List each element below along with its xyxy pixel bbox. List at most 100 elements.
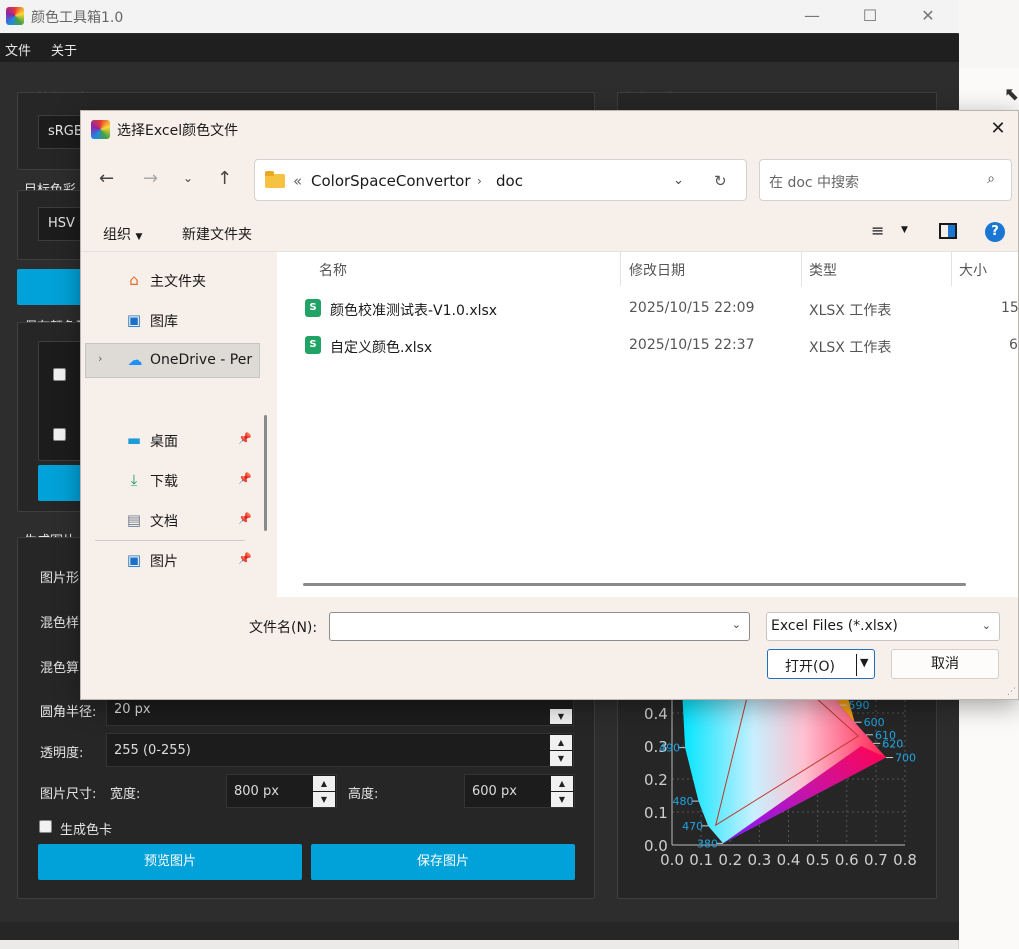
refresh-icon[interactable]: ↻ [714,172,727,190]
column-divider[interactable] [620,252,621,286]
wavelength-label: 470 [682,820,703,833]
file-row[interactable]: S 颜色校准测试表-V1.0.xlsx 2025/10/15 22:09 XLS… [277,290,1018,326]
organize-menu[interactable]: 组织 ▼ [103,224,142,244]
x-tick-label: 0.3 [747,851,771,869]
file-type-filter[interactable]: Excel Files (*.xlsx) ⌄ [766,612,1000,641]
pictures-icon: ▣ [126,551,142,569]
column-name[interactable]: 名称 [319,260,347,280]
address-dropdown-icon[interactable]: ⌄ [673,173,684,188]
opacity-spinbox[interactable]: 255 (0-255) ▲ ▼ [106,733,574,767]
view-options-icon[interactable]: ≡ [871,221,884,240]
menu-file[interactable]: 文件 [5,40,31,59]
nav-downloads-label: 下载 [150,474,178,490]
radius-down-icon[interactable]: ▼ [550,709,572,724]
resize-grip-icon[interactable]: ⋰ [1007,687,1016,697]
horizontal-scrollbar[interactable] [303,583,966,586]
filename-dropdown-icon[interactable]: ⌄ [732,618,741,631]
nav-onedrive[interactable]: › ☁ OneDrive - Per [85,343,260,378]
cancel-button[interactable]: 取消 [891,649,999,679]
dialog-app-icon [91,120,110,139]
save-image-button[interactable]: 保存图片 [311,844,575,880]
organize-dropdown-icon: ▼ [135,232,143,242]
radius-label: 圆角半径: [40,705,97,720]
opacity-up-icon[interactable]: ▲ [550,735,572,750]
nav-scrollbar[interactable] [264,415,267,531]
file-type: XLSX 工作表 [809,303,892,319]
nav-pictures-label: 图片 [150,554,178,570]
width-spinbox[interactable]: 800 px ▲ ▼ [226,774,337,808]
color-card-checkbox[interactable] [39,820,52,833]
open-dropdown-icon[interactable]: ▼ [860,656,868,669]
pin-icon[interactable]: 📌 [238,432,252,445]
column-divider[interactable] [801,252,802,286]
file-name: 颜色校准测试表-V1.0.xlsx [330,303,498,319]
saved-color-checkbox-1[interactable] [53,368,66,381]
new-folder-button[interactable]: 新建文件夹 [182,224,252,244]
mouse-cursor-icon: ⬉ [1004,84,1019,105]
pin-icon[interactable]: 📌 [238,552,252,565]
width-up-icon[interactable]: ▲ [313,776,335,791]
expand-chevron-icon[interactable]: › [98,352,102,365]
help-icon[interactable]: ? [985,222,1005,242]
filename-input[interactable]: ⌄ [329,612,750,641]
pin-icon[interactable]: 📌 [238,512,252,525]
search-box[interactable]: 在 doc 中搜索 ⌕ [759,159,1012,201]
convert-button[interactable] [17,269,87,305]
file-row[interactable]: S 自定义颜色.xlsx 2025/10/15 22:37 XLSX 工作表 6 [277,327,1018,363]
column-divider[interactable] [951,252,952,286]
address-bar[interactable]: « ColorSpaceConvertor › doc ⌄ ↻ [254,159,747,201]
file-date: 2025/10/15 22:09 [629,300,755,316]
height-spinbox[interactable]: 600 px ▲ ▼ [464,774,575,808]
nav-home[interactable]: ⌂ 主文件夹 [81,264,277,296]
x-tick-label: 0.8 [893,851,917,869]
column-date[interactable]: 修改日期 [629,260,685,280]
search-icon[interactable]: ⌕ [987,171,995,187]
dialog-nav-row: ← → ⌄ ↑ « ColorSpaceConvertor › doc ⌄ ↻ … [81,148,1018,212]
organize-label: 组织 [103,227,131,243]
wavelength-label: 590 [848,700,869,712]
column-type[interactable]: 类型 [809,260,837,280]
view-dropdown-icon[interactable]: ▼ [901,225,908,235]
opacity-down-icon[interactable]: ▼ [550,751,572,766]
height-down-icon[interactable]: ▼ [551,792,573,807]
wavelength-label: 600 [864,716,885,729]
nav-home-label: 主文件夹 [150,274,206,290]
path-overflow[interactable]: « [293,172,302,190]
navigation-pane: ⌂ 主文件夹 ▣ 图库 › ☁ OneDrive - Per ▬ 桌面 📌 ⤓ … [81,252,277,597]
path-segment-project[interactable]: ColorSpaceConvertor [311,172,471,190]
open-button[interactable]: 打开(O) ▼ [767,649,875,679]
menu-bar: 文件 关于 [0,34,959,62]
minimize-button[interactable]: — [783,0,841,33]
saved-color-checkbox-2[interactable] [53,428,66,441]
dialog-title: 选择Excel颜色文件 [117,123,239,139]
open-split-divider [856,654,857,676]
path-separator-icon[interactable]: › [477,174,482,188]
back-arrow-icon[interactable]: ← [99,168,114,189]
recent-locations-chevron-icon[interactable]: ⌄ [183,171,193,185]
nav-pictures[interactable]: ▣ 图片 📌 [81,544,277,576]
maximize-button[interactable]: ☐ [841,0,899,33]
up-arrow-icon[interactable]: ↑ [217,168,232,189]
nav-documents[interactable]: ▤ 文档 📌 [81,504,277,536]
x-tick-label: 0.4 [777,851,801,869]
forward-arrow-icon[interactable]: → [143,168,158,189]
column-size[interactable]: 大小 [959,260,987,280]
preview-pane-icon[interactable] [939,223,957,239]
close-button[interactable]: ✕ [899,0,957,33]
path-segment-doc[interactable]: doc [496,172,523,190]
menu-about[interactable]: 关于 [51,40,77,59]
download-icon: ⤓ [130,471,138,489]
x-tick-label: 0.1 [689,851,713,869]
height-up-icon[interactable]: ▲ [551,776,573,791]
preview-image-button[interactable]: 预览图片 [38,844,302,880]
home-icon: ⌂ [129,271,139,289]
open-button-label: 打开(O) [785,659,835,675]
width-down-icon[interactable]: ▼ [313,792,335,807]
pin-icon[interactable]: 📌 [238,472,252,485]
nav-downloads[interactable]: ⤓ 下载 📌 [81,464,277,496]
nav-desktop[interactable]: ▬ 桌面 📌 [81,424,277,456]
nav-gallery[interactable]: ▣ 图库 [81,304,277,336]
dialog-close-icon[interactable]: ✕ [984,116,1012,144]
sort-ascending-icon: ⌃ [459,252,469,259]
x-tick-label: 0.2 [718,851,742,869]
